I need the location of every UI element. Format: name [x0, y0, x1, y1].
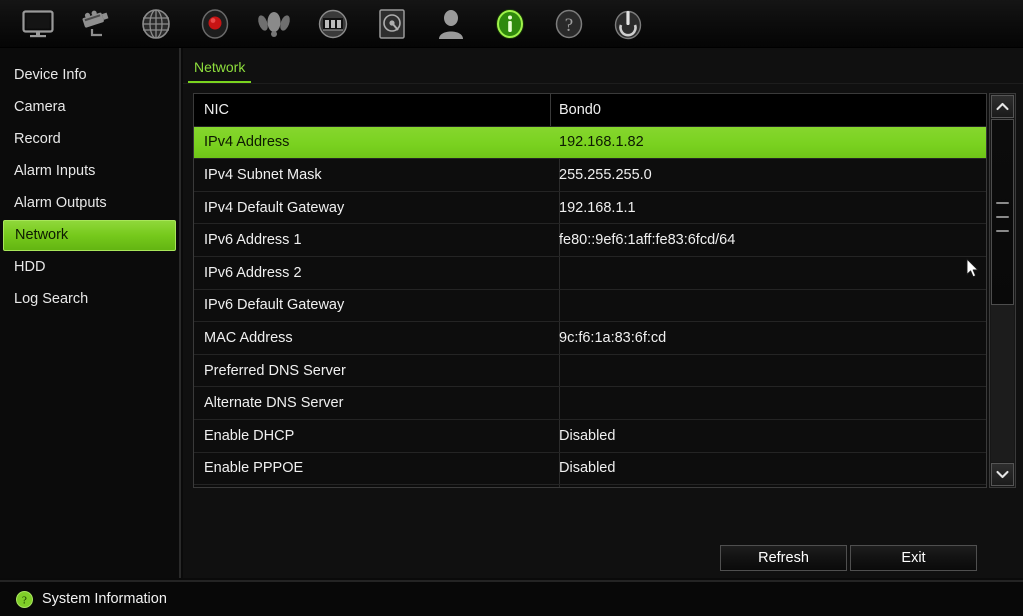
row-key: IPv4 Subnet Mask [204, 166, 322, 183]
table-row[interactable]: IPv6 Default Gateway [194, 290, 986, 323]
tab-network[interactable]: Network [188, 56, 252, 83]
info-icon[interactable] [480, 2, 539, 46]
sidebar: Device Info Camera Record Alarm Inputs A… [0, 48, 181, 578]
monitor-icon[interactable] [8, 2, 67, 46]
row-key: IPv6 Address 1 [204, 232, 302, 249]
row-value: Disabled [559, 427, 616, 444]
row-key: IPv4 Default Gateway [204, 199, 345, 216]
row-value: Disabled [559, 460, 616, 477]
table-row[interactable]: MAC Address 9c:f6:1a:83:6f:cd [194, 322, 986, 355]
table-row[interactable]: IPv6 Address 1 fe80::9ef6:1aff:fe83:6fcd… [194, 224, 986, 257]
tab-bar: Network [183, 56, 1023, 84]
table-header-key: NIC [194, 94, 551, 126]
status-bar: ? System Information [0, 580, 1023, 616]
table-scrollbar[interactable] [989, 93, 1016, 488]
svg-text:?: ? [22, 594, 27, 606]
table-row[interactable]: Enable PPPOE Disabled [194, 453, 986, 486]
exit-button[interactable]: Exit [850, 545, 977, 571]
row-key: IPv4 Address [204, 134, 290, 151]
table-row[interactable]: IPv4 Address 192.168.1.82 [194, 126, 986, 160]
sidebar-item-log-search[interactable]: Log Search [0, 284, 179, 315]
row-value: 192.168.1.82 [559, 134, 644, 151]
scrollbar-grip-line [996, 216, 1009, 218]
motion-icon[interactable] [244, 2, 303, 46]
scrollbar-grip-line [996, 202, 1009, 204]
table-row[interactable]: IPv4 Subnet Mask 255.255.255.0 [194, 159, 986, 192]
content-panel: Network NIC Bond0 IPv4 Address 192.168.1… [183, 48, 1023, 578]
row-key: IPv6 Default Gateway [204, 297, 345, 314]
row-key: MAC Address [204, 329, 293, 346]
row-value: 255.255.255.0 [559, 166, 652, 183]
svg-text:?: ? [564, 15, 572, 36]
sidebar-item-hdd[interactable]: HDD [0, 252, 179, 283]
table-row[interactable]: Enable DHCP Disabled [194, 420, 986, 453]
table-row-partial[interactable] [194, 485, 986, 487]
scrollbar-thumb[interactable] [991, 119, 1014, 305]
scroll-down-button[interactable] [991, 463, 1014, 486]
main-toolbar: ? [0, 0, 1023, 48]
power-icon[interactable] [598, 2, 657, 46]
record-icon[interactable] [185, 2, 244, 46]
sidebar-item-record[interactable]: Record [0, 124, 179, 155]
table-row[interactable]: Alternate DNS Server [194, 387, 986, 420]
row-key: Enable DHCP [204, 427, 295, 444]
table-row[interactable]: IPv6 Address 2 [194, 257, 986, 290]
row-value: 192.168.1.1 [559, 199, 636, 216]
row-key: Preferred DNS Server [204, 362, 346, 379]
playback-icon[interactable] [303, 2, 362, 46]
row-key: Alternate DNS Server [204, 395, 344, 412]
sidebar-item-network[interactable]: Network [3, 220, 176, 251]
row-value: 9c:f6:1a:83:6f:cd [559, 329, 667, 346]
row-key: IPv6 Address 2 [204, 264, 302, 281]
table-header-row: NIC Bond0 [194, 94, 986, 127]
user-icon[interactable] [421, 2, 480, 46]
refresh-button[interactable]: Refresh [720, 545, 847, 571]
row-value: fe80::9ef6:1aff:fe83:6fcd/64 [559, 232, 736, 249]
device-info-window: ? Device Info Camera Record Alarm Inputs… [0, 0, 1023, 616]
row-key: Enable PPPOE [204, 460, 304, 477]
help-icon[interactable]: ? [539, 2, 598, 46]
status-bar-text: System Information [42, 591, 167, 607]
scrollbar-grip-line [996, 230, 1009, 232]
camera-icon[interactable] [67, 2, 126, 46]
table-row[interactable]: IPv4 Default Gateway 192.168.1.1 [194, 192, 986, 225]
sidebar-item-camera[interactable]: Camera [0, 92, 179, 123]
table-row[interactable]: Preferred DNS Server [194, 355, 986, 388]
hdd-icon[interactable] [362, 2, 421, 46]
scrollbar-track[interactable] [991, 119, 1014, 462]
scroll-up-button[interactable] [991, 95, 1014, 118]
globe-icon[interactable] [126, 2, 185, 46]
info-circle-icon: ? [16, 590, 33, 608]
sidebar-item-device-info[interactable]: Device Info [0, 60, 179, 91]
network-info-table: NIC Bond0 IPv4 Address 192.168.1.82 IPv4… [193, 93, 987, 488]
sidebar-item-alarm-inputs[interactable]: Alarm Inputs [0, 156, 179, 187]
sidebar-item-alarm-outputs[interactable]: Alarm Outputs [0, 188, 179, 219]
table-header-value: Bond0 [559, 101, 601, 118]
